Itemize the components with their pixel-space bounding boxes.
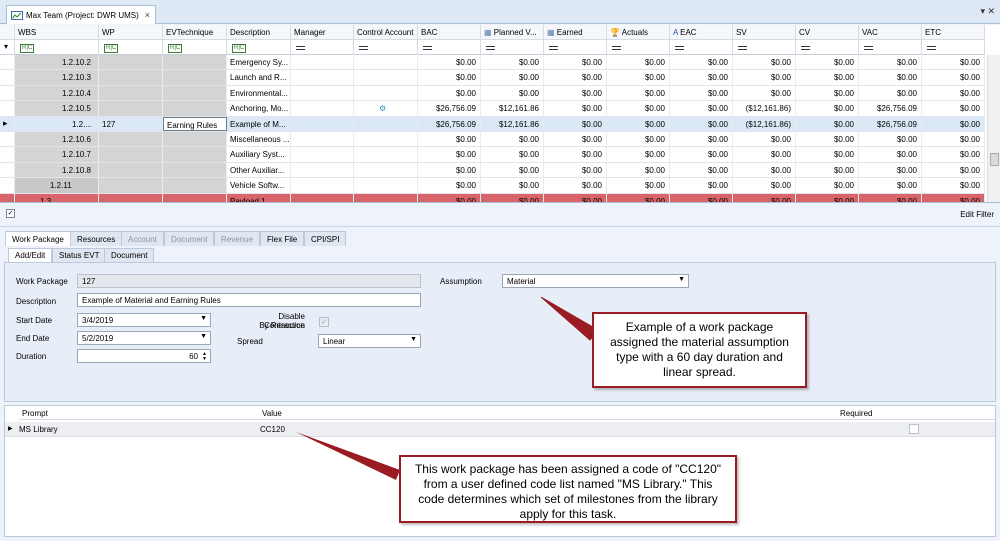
callout-code-assignment: This work package has been assigned a co… [399,455,737,523]
callout-material-assumption: Example of a work package assigned the m… [592,312,807,388]
